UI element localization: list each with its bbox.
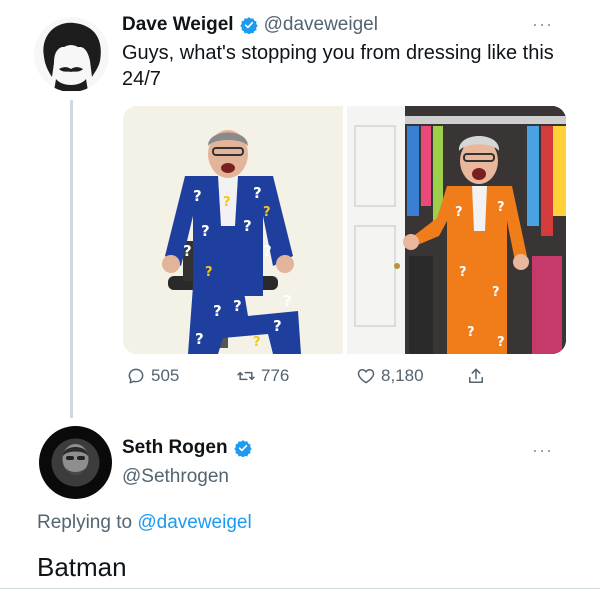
svg-text:?: ?: [497, 335, 505, 350]
svg-text:?: ?: [223, 195, 231, 210]
reply-action[interactable]: 505: [126, 366, 179, 386]
svg-text:?: ?: [193, 187, 202, 205]
svg-text:?: ?: [205, 265, 213, 280]
reply-header: Seth Rogen: [122, 437, 252, 459]
svg-text:?: ?: [195, 330, 204, 348]
blue-suit-illustration: ??? ??? ??? ?? ??? ?: [123, 106, 343, 354]
like-count: 8,180: [381, 366, 424, 385]
tweet-actions: 505 776 8,180: [126, 366, 506, 390]
svg-text:?: ?: [455, 205, 463, 220]
replying-to-link[interactable]: @daveweigel: [137, 512, 251, 533]
svg-text:?: ?: [183, 242, 192, 260]
tweet-text: Guys, what's stopping you from dressing …: [122, 42, 554, 90]
thread-connector-line: [70, 100, 73, 418]
svg-text:?: ?: [283, 292, 292, 310]
more-icon[interactable]: ···: [532, 440, 553, 461]
reply-count: 505: [151, 366, 180, 385]
svg-text:?: ?: [201, 222, 210, 240]
reply-author-handle[interactable]: @Sethrogen: [122, 466, 229, 488]
photo-orange-question-suit[interactable]: ??? ???: [347, 106, 566, 354]
reply-icon: [128, 368, 144, 384]
avatar-illustration: [34, 17, 109, 92]
svg-text:?: ?: [263, 242, 272, 260]
more-icon[interactable]: ···: [532, 14, 553, 35]
svg-text:?: ?: [467, 325, 475, 340]
divider: [0, 588, 600, 589]
orange-suit-illustration: ??? ???: [347, 106, 566, 354]
reply-author-name[interactable]: Seth Rogen: [122, 437, 228, 459]
svg-text:?: ?: [253, 335, 261, 350]
reply-author-avatar[interactable]: [39, 426, 112, 499]
verified-badge-icon: [239, 16, 258, 35]
svg-text:?: ?: [233, 297, 242, 315]
svg-text:?: ?: [273, 317, 282, 335]
tweet-header: Dave Weigel @daveweigel: [122, 14, 378, 36]
verified-badge-icon: [233, 439, 252, 458]
reply-text: Batman: [37, 552, 127, 582]
author-avatar[interactable]: [34, 17, 109, 92]
retweet-count: 776: [261, 366, 290, 385]
svg-text:?: ?: [213, 302, 222, 320]
share-action[interactable]: [466, 366, 486, 386]
replying-to: Replying to @daveweigel: [37, 512, 252, 534]
like-icon: [357, 369, 375, 384]
author-handle[interactable]: @daveweigel: [264, 14, 378, 36]
retweet-action[interactable]: 776: [236, 366, 289, 386]
replying-prefix: Replying to: [37, 512, 133, 533]
svg-text:?: ?: [263, 205, 271, 220]
svg-text:?: ?: [492, 285, 500, 300]
author-name[interactable]: Dave Weigel: [122, 14, 234, 36]
avatar-photo: [39, 426, 112, 499]
svg-text:?: ?: [253, 184, 262, 202]
photo-blue-question-suit[interactable]: ??? ??? ??? ?? ??? ?: [123, 106, 343, 354]
share-icon: [469, 368, 483, 383]
svg-text:?: ?: [459, 265, 467, 280]
svg-text:?: ?: [497, 200, 505, 215]
retweet-icon: [237, 371, 255, 381]
like-action[interactable]: 8,180: [356, 366, 424, 386]
tweet-media[interactable]: ??? ??? ??? ?? ??? ? ? ? ? ? ? ?: [123, 106, 566, 354]
svg-text:?: ?: [243, 217, 252, 235]
